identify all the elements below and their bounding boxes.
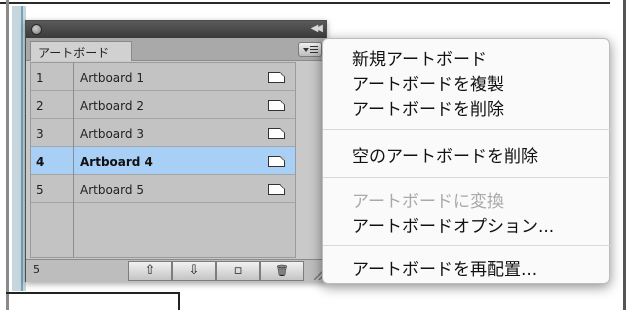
arrow-down-icon: ⇩ [188,263,200,278]
tab-artboards[interactable]: アートボード [30,41,132,61]
artboard-number: 3 [36,127,44,141]
move-down-button[interactable]: ⇩ [172,261,216,281]
new-artboard-icon: ▫ [233,263,243,278]
panel-menu-button[interactable] [298,42,322,57]
artboard-row[interactable]: 2 Artboard 2 [31,91,295,119]
artboard-name[interactable]: Artboard 3 [80,127,144,141]
menu-separator [323,177,611,178]
artboards-panel: ◀◀ アートボード 1 Artboard 1 2 Artboard 2 3 Ar… [25,20,327,282]
artboard-number: 1 [36,71,44,85]
panel-titlebar[interactable]: ◀◀ [26,21,326,38]
menu-separator [323,129,611,130]
artboard-number: 2 [36,99,44,113]
canvas-edge-strip [12,6,26,291]
menu-item-artboard-options[interactable]: アートボードオプション... [352,212,554,237]
menu-separator [323,245,611,246]
artboard-options-icon[interactable] [268,184,285,195]
artboard-name[interactable]: Artboard 1 [80,71,144,85]
artboard-options-icon[interactable] [268,72,285,83]
canvas-artboard-edge [6,292,180,310]
canvas-border-left [6,0,9,310]
artboard-options-icon[interactable] [268,156,285,167]
menu-triangle-icon [303,48,309,52]
artboard-list: 1 Artboard 1 2 Artboard 2 3 Artboard 3 4… [30,62,296,258]
artboard-options-icon[interactable] [268,100,285,111]
collapse-panel-icon[interactable]: ◀◀ [311,23,324,35]
menu-item-duplicate-artboard[interactable]: アートボードを複製 [352,70,504,95]
move-up-button[interactable]: ⇧ [128,261,172,281]
menu-item-delete-empty-artboards[interactable]: 空のアートボードを削除 [352,142,538,167]
artboard-count: 5 [33,263,40,276]
menu-lines-icon [310,46,318,53]
arrow-up-icon: ⇧ [144,263,156,278]
artboard-row[interactable]: 1 Artboard 1 [31,63,295,91]
artboard-number: 5 [36,183,44,197]
column-divider [73,63,74,257]
artboard-row[interactable]: 3 Artboard 3 [31,119,295,147]
canvas-border-top [0,2,610,4]
artboard-name[interactable]: Artboard 2 [80,99,144,113]
trash-icon: 🗑 [275,264,289,277]
delete-artboard-button[interactable]: 🗑 [260,261,304,281]
panel-flyout-menu: 新規アートボード アートボードを複製 アートボードを削除 空のアートボードを削除… [322,38,611,284]
artboard-options-icon[interactable] [268,128,285,139]
artboard-number: 4 [36,155,45,169]
new-artboard-button[interactable]: ▫ [216,261,260,281]
artboard-row[interactable]: 5 Artboard 5 [31,175,295,203]
artboard-row-selected[interactable]: 4 Artboard 4 [31,147,295,175]
artboard-name[interactable]: Artboard 4 [80,155,153,169]
menu-item-rearrange-artboards[interactable]: アートボードを再配置... [352,255,537,280]
menu-item-convert-to-artboards: アートボードに変換 [352,192,504,212]
menu-item-delete-artboard[interactable]: アートボードを削除 [352,95,504,120]
menu-item-new-artboard[interactable]: 新規アートボード [352,45,487,70]
canvas-guide-line [21,6,23,291]
panel-footer: 5 ⇧ ⇩ ▫ 🗑 [26,259,326,282]
close-icon[interactable] [31,24,42,35]
artboard-name[interactable]: Artboard 5 [80,183,144,197]
canvas-border-right [623,0,626,310]
panel-tab-row: アートボード [26,38,326,61]
